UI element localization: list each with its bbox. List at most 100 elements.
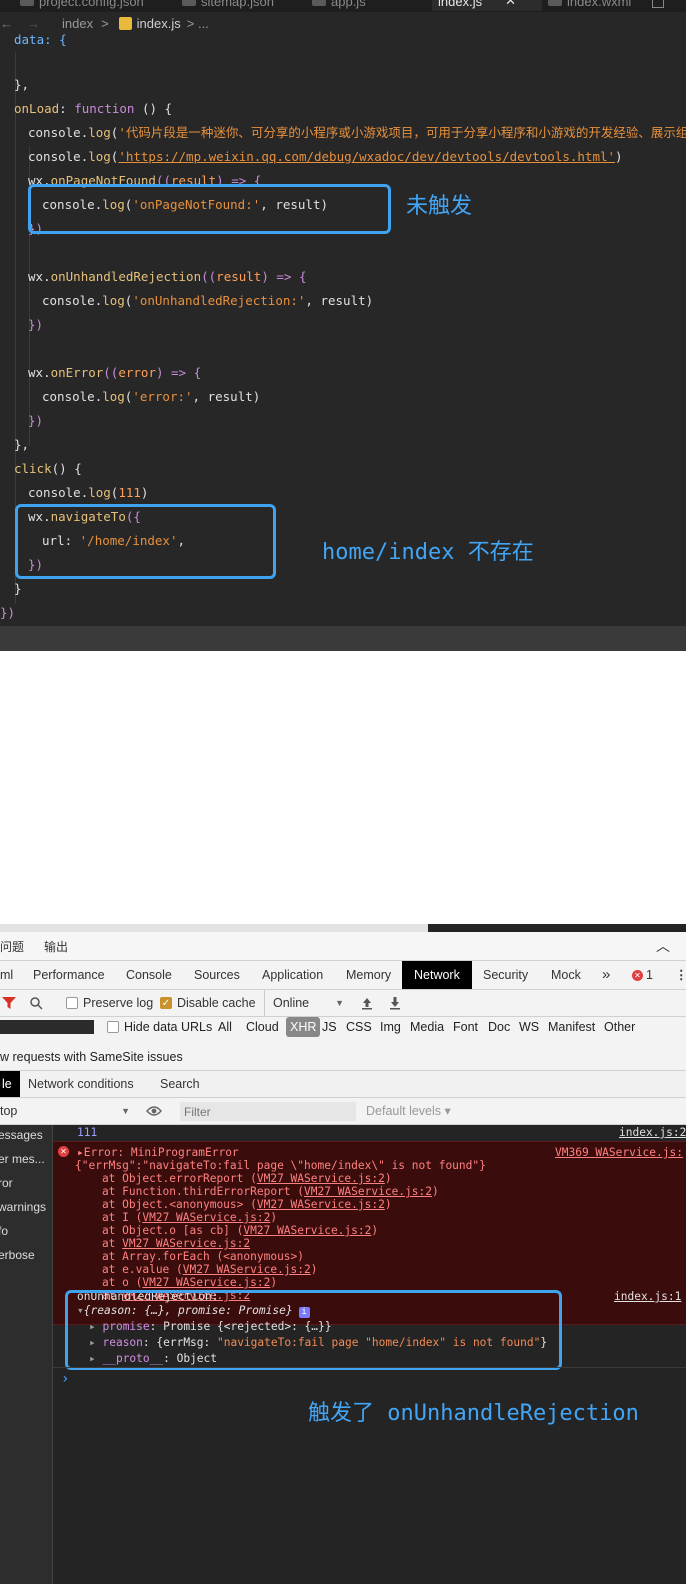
code-editor[interactable]: data: { }, onLoad: function () { console… — [0, 32, 686, 626]
editor-tab[interactable]: app.js — [312, 0, 366, 11]
source-link[interactable]: VM369 WAService.js: — [555, 1146, 683, 1159]
code-line: }) — [28, 413, 44, 428]
sidebar-item-errors[interactable]: ror — [0, 1171, 13, 1195]
export-har-icon[interactable] — [388, 990, 402, 1016]
filter-other[interactable]: Other — [604, 1017, 635, 1037]
filter-input[interactable] — [0, 1020, 94, 1034]
error-counter[interactable]: ✕ 1 — [632, 961, 653, 989]
hide-data-urls-checkbox[interactable]: Hide data URLs — [107, 1017, 212, 1037]
highlight-box-unhandled — [65, 1290, 562, 1370]
code-line: }, — [14, 437, 30, 452]
tab-security[interactable]: Security — [483, 961, 528, 989]
checkbox-checked-icon: ✓ — [160, 997, 172, 1009]
editor-tab[interactable]: index.wxml — [548, 0, 631, 11]
tab-network[interactable]: Network — [402, 961, 472, 989]
editor-tab[interactable]: sitemap.json — [182, 0, 274, 11]
error-title[interactable]: ▸Error: MiniProgramError — [77, 1146, 239, 1159]
console-toolbar: top▼ Default levels ▾ — [0, 1098, 686, 1125]
editor-tab[interactable]: project.config.json — [20, 0, 144, 11]
wxml-file-icon — [548, 0, 562, 6]
disable-cache-checkbox[interactable]: ✓ Disable cache — [160, 990, 256, 1016]
more-tabs-icon[interactable]: » — [602, 961, 610, 989]
throttling-select[interactable]: Online ▼ — [264, 990, 344, 1016]
chevron-down-icon: ▼ — [121, 1106, 130, 1116]
stack-source-link[interactable]: VM27 WAService.js:2 — [142, 1211, 270, 1224]
drawer-tab-bar: le Network conditions Search — [0, 1071, 686, 1098]
code-line: data: { — [14, 32, 67, 47]
stack-source-link[interactable]: VM27 WAService.js:2 — [243, 1224, 371, 1237]
chevron-down-icon: ▼ — [335, 998, 344, 1008]
tab-wxml[interactable]: ml — [0, 961, 13, 989]
code-line: click() { — [14, 461, 82, 476]
code-line: console.log('error:', result) — [42, 389, 261, 404]
filter-manifest[interactable]: Manifest — [548, 1017, 595, 1037]
tab-mock[interactable]: Mock — [551, 961, 581, 989]
sidebar-item-user-messages[interactable]: er mes... — [0, 1147, 45, 1171]
editor-tab-active[interactable]: index.js ✕ — [432, 0, 542, 11]
breadcrumb-more[interactable]: > ... — [187, 16, 209, 31]
tab-memory[interactable]: Memory — [346, 961, 391, 989]
breadcrumb-file[interactable]: index.js — [137, 16, 181, 31]
eye-icon[interactable] — [146, 1098, 162, 1124]
annotation-page-not-exist: home/index 不存在 — [322, 540, 534, 565]
filter-media[interactable]: Media — [410, 1017, 444, 1037]
samesite-filter[interactable]: w requests with SameSite issues — [0, 1047, 183, 1067]
tab-problems[interactable]: 问题 — [0, 938, 24, 955]
import-har-icon[interactable] — [360, 990, 374, 1016]
panel-divider[interactable] — [0, 626, 686, 651]
console-divider — [53, 1367, 686, 1368]
sidebar-item-info[interactable]: fo — [0, 1219, 8, 1243]
filter-doc[interactable]: Doc — [488, 1017, 510, 1037]
context-select[interactable]: top ▼ — [0, 1098, 130, 1124]
search-icon[interactable] — [30, 990, 43, 1016]
js-file-icon — [312, 0, 326, 6]
console-prompt[interactable]: › — [61, 1372, 69, 1386]
stack-source-link[interactable]: VM27 WAService.js:2 — [183, 1263, 311, 1276]
stack-source-link[interactable]: VM27 WAService.js:2 — [142, 1276, 270, 1289]
checkbox-icon — [107, 1021, 119, 1033]
console-filter-input[interactable] — [180, 1102, 356, 1121]
tab-search[interactable]: Search — [160, 1071, 200, 1097]
log-levels-select[interactable]: Default levels ▾ — [366, 1098, 451, 1124]
filter-font[interactable]: Font — [453, 1017, 478, 1037]
code-line: }) — [0, 605, 16, 620]
preserve-log-checkbox[interactable]: Preserve log — [66, 990, 153, 1016]
tab-performance[interactable]: Performance — [33, 961, 105, 989]
kebab-menu-icon[interactable]: ⋮ — [675, 961, 686, 989]
filter-ws[interactable]: WS — [519, 1017, 539, 1037]
tab-console-drawer[interactable]: le — [0, 1071, 20, 1097]
tab-network-conditions[interactable]: Network conditions — [28, 1071, 134, 1097]
stack-source-link[interactable]: VM27 WAService.js:2 — [304, 1185, 432, 1198]
horizontal-scrollbar[interactable] — [0, 924, 428, 932]
stack-source-link[interactable]: VM27 WAService.js:2 — [122, 1237, 250, 1250]
chevron-up-icon[interactable]: ︿ — [656, 936, 670, 956]
tab-sources[interactable]: Sources — [194, 961, 240, 989]
filter-css[interactable]: CSS — [346, 1017, 372, 1037]
tab-console[interactable]: Console — [126, 961, 172, 989]
filter-icon[interactable] — [2, 990, 16, 1016]
sidebar-item-messages[interactable]: essages — [0, 1125, 43, 1147]
tab-application[interactable]: Application — [262, 961, 323, 989]
filter-img[interactable]: Img — [380, 1017, 401, 1037]
stack-source-link[interactable]: VM27 WAService.js:2 — [257, 1198, 385, 1211]
console-output[interactable]: 111 index.js:2 ✕ ▸Error: MiniProgramErro… — [53, 1125, 686, 1584]
stack-frame: at Array.forEach (<anonymous>) — [75, 1250, 305, 1263]
filter-js[interactable]: JS — [322, 1017, 337, 1037]
highlight-box-navigateto — [15, 504, 276, 579]
filter-all[interactable]: All — [218, 1017, 232, 1037]
back-arrow-icon[interactable]: ← — [0, 16, 13, 31]
source-link[interactable]: index.js:2 — [619, 1126, 686, 1139]
source-link[interactable]: index.js:1 — [614, 1290, 681, 1303]
checkbox-icon — [66, 997, 78, 1009]
sidebar-item-verbose[interactable]: erbose — [0, 1243, 35, 1267]
filter-cloud[interactable]: Cloud — [246, 1017, 279, 1037]
close-icon[interactable]: ✕ — [505, 0, 516, 9]
filter-xhr[interactable]: XHR — [286, 1017, 321, 1037]
code-line: }, — [14, 77, 30, 92]
stack-source-link[interactable]: VM27 WAService.js:2 — [257, 1172, 385, 1185]
stack-frame: at o (VM27 WAService.js:2) — [75, 1276, 278, 1289]
sidebar-item-warnings[interactable]: warnings — [0, 1195, 46, 1219]
tab-output[interactable]: 输出 — [44, 938, 68, 955]
split-editor-icon[interactable] — [652, 0, 664, 8]
stack-frame: at Object.errorReport (VM27 WAService.js… — [75, 1172, 392, 1185]
